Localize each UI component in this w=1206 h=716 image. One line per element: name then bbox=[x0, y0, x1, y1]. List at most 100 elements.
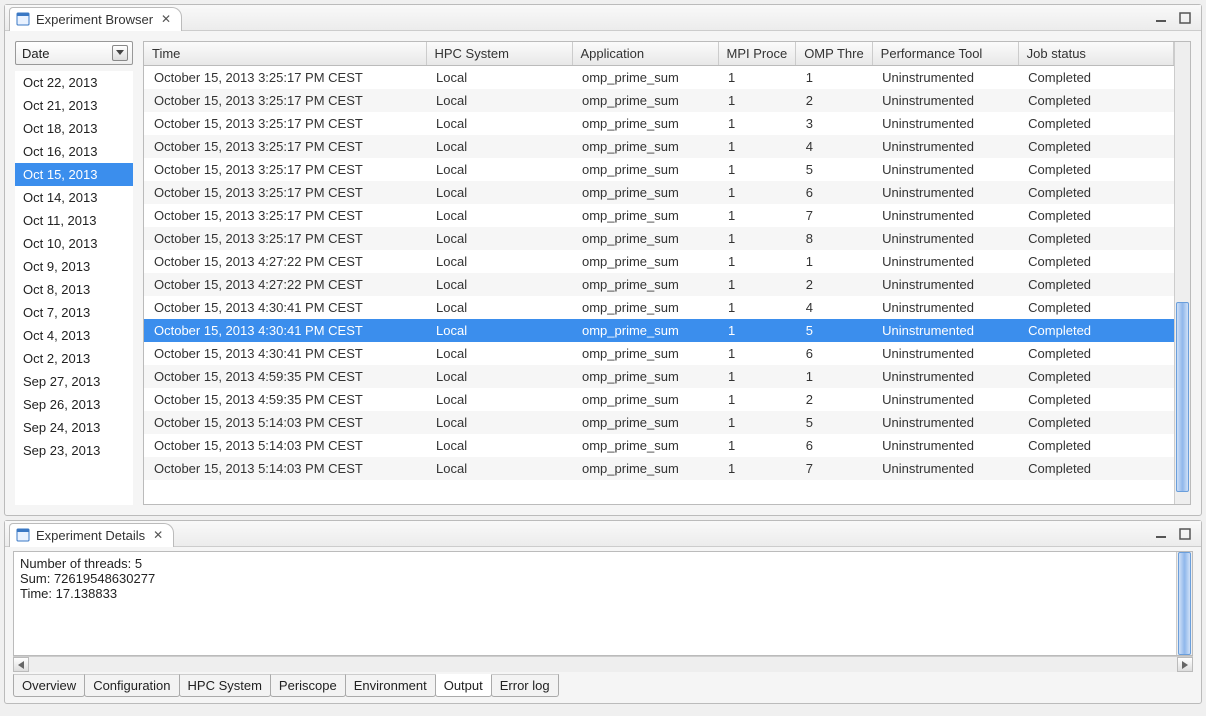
column-header[interactable]: Time bbox=[144, 42, 426, 66]
table-row[interactable]: October 15, 2013 4:27:22 PM CESTLocalomp… bbox=[144, 273, 1174, 296]
table-row[interactable]: October 15, 2013 5:14:03 PM CESTLocalomp… bbox=[144, 457, 1174, 480]
vertical-scrollbar[interactable] bbox=[1176, 552, 1192, 655]
cell-mpi: 1 bbox=[718, 112, 796, 135]
experiment-table[interactable]: TimeHPC SystemApplicationMPI ProceOMP Th… bbox=[144, 42, 1174, 480]
column-header[interactable]: OMP Thre bbox=[796, 42, 872, 66]
details-subtab[interactable]: HPC System bbox=[179, 674, 271, 697]
table-row[interactable]: October 15, 2013 4:59:35 PM CESTLocalomp… bbox=[144, 388, 1174, 411]
column-header[interactable]: Job status bbox=[1018, 42, 1173, 66]
date-item[interactable]: Oct 11, 2013 bbox=[15, 209, 133, 232]
details-subtab[interactable]: Environment bbox=[345, 674, 436, 697]
table-row[interactable]: October 15, 2013 4:59:35 PM CESTLocalomp… bbox=[144, 365, 1174, 388]
table-row[interactable]: October 15, 2013 3:25:17 PM CESTLocalomp… bbox=[144, 66, 1174, 90]
cell-app: omp_prime_sum bbox=[572, 273, 718, 296]
table-row[interactable]: October 15, 2013 4:30:41 PM CESTLocalomp… bbox=[144, 319, 1174, 342]
cell-status: Completed bbox=[1018, 273, 1173, 296]
cell-tool: Uninstrumented bbox=[872, 66, 1018, 90]
cell-omp: 5 bbox=[796, 158, 872, 181]
date-item[interactable]: Oct 14, 2013 bbox=[15, 186, 133, 209]
cell-hpc: Local bbox=[426, 388, 572, 411]
table-row[interactable]: October 15, 2013 5:14:03 PM CESTLocalomp… bbox=[144, 434, 1174, 457]
date-filter-panel: Date Oct 22, 2013Oct 21, 2013Oct 18, 201… bbox=[15, 41, 133, 505]
scroll-right-icon[interactable] bbox=[1177, 657, 1193, 672]
horizontal-scrollbar[interactable] bbox=[13, 656, 1193, 672]
table-row[interactable]: October 15, 2013 3:25:17 PM CESTLocalomp… bbox=[144, 227, 1174, 250]
cell-time: October 15, 2013 4:27:22 PM CEST bbox=[144, 273, 426, 296]
cell-time: October 15, 2013 3:25:17 PM CEST bbox=[144, 181, 426, 204]
output-text[interactable]: Number of threads: 5 Sum: 72619548630277… bbox=[14, 552, 1176, 655]
date-item[interactable]: Oct 8, 2013 bbox=[15, 278, 133, 301]
cell-mpi: 1 bbox=[718, 135, 796, 158]
cell-hpc: Local bbox=[426, 250, 572, 273]
vertical-scrollbar[interactable] bbox=[1174, 42, 1190, 504]
cell-time: October 15, 2013 4:27:22 PM CEST bbox=[144, 250, 426, 273]
details-subtab[interactable]: Output bbox=[435, 674, 492, 697]
cell-tool: Uninstrumented bbox=[872, 273, 1018, 296]
column-header[interactable]: Application bbox=[572, 42, 718, 66]
cell-tool: Uninstrumented bbox=[872, 342, 1018, 365]
table-row[interactable]: October 15, 2013 5:14:03 PM CESTLocalomp… bbox=[144, 411, 1174, 434]
date-item[interactable]: Oct 10, 2013 bbox=[15, 232, 133, 255]
browser-tab[interactable]: Experiment Browser ✕ bbox=[9, 7, 182, 31]
date-item[interactable]: Oct 4, 2013 bbox=[15, 324, 133, 347]
cell-hpc: Local bbox=[426, 135, 572, 158]
table-row[interactable]: October 15, 2013 3:25:17 PM CESTLocalomp… bbox=[144, 135, 1174, 158]
cell-omp: 8 bbox=[796, 227, 872, 250]
date-item[interactable]: Sep 23, 2013 bbox=[15, 439, 133, 462]
scroll-left-icon[interactable] bbox=[13, 657, 29, 672]
cell-app: omp_prime_sum bbox=[572, 434, 718, 457]
table-row[interactable]: October 15, 2013 4:27:22 PM CESTLocalomp… bbox=[144, 250, 1174, 273]
date-list[interactable]: Oct 22, 2013Oct 21, 2013Oct 18, 2013Oct … bbox=[15, 71, 133, 505]
details-tab[interactable]: Experiment Details ✕ bbox=[9, 523, 174, 547]
details-subtab[interactable]: Overview bbox=[13, 674, 85, 697]
column-header[interactable]: MPI Proce bbox=[718, 42, 796, 66]
table-row[interactable]: October 15, 2013 3:25:17 PM CESTLocalomp… bbox=[144, 158, 1174, 181]
date-item[interactable]: Oct 18, 2013 bbox=[15, 117, 133, 140]
chevron-down-icon[interactable] bbox=[112, 45, 128, 61]
table-row[interactable]: October 15, 2013 3:25:17 PM CESTLocalomp… bbox=[144, 112, 1174, 135]
cell-omp: 1 bbox=[796, 250, 872, 273]
details-subtab[interactable]: Error log bbox=[491, 674, 559, 697]
table-row[interactable]: October 15, 2013 3:25:17 PM CESTLocalomp… bbox=[144, 204, 1174, 227]
cell-time: October 15, 2013 3:25:17 PM CEST bbox=[144, 135, 426, 158]
date-item[interactable]: Oct 15, 2013 bbox=[15, 163, 133, 186]
minimize-icon[interactable] bbox=[1153, 11, 1169, 25]
details-page-tabs: OverviewConfigurationHPC SystemPeriscope… bbox=[13, 674, 1193, 697]
date-item[interactable]: Sep 24, 2013 bbox=[15, 416, 133, 439]
cell-omp: 4 bbox=[796, 135, 872, 158]
cell-omp: 5 bbox=[796, 411, 872, 434]
table-row[interactable]: October 15, 2013 3:25:17 PM CESTLocalomp… bbox=[144, 89, 1174, 112]
scrollbar-thumb[interactable] bbox=[1176, 302, 1189, 492]
date-item[interactable]: Sep 27, 2013 bbox=[15, 370, 133, 393]
maximize-icon[interactable] bbox=[1177, 527, 1193, 541]
column-header[interactable]: Performance Tool bbox=[872, 42, 1018, 66]
table-row[interactable]: October 15, 2013 3:25:17 PM CESTLocalomp… bbox=[144, 181, 1174, 204]
cell-status: Completed bbox=[1018, 434, 1173, 457]
details-subtab[interactable]: Configuration bbox=[84, 674, 179, 697]
date-item[interactable]: Oct 16, 2013 bbox=[15, 140, 133, 163]
date-item[interactable]: Oct 2, 2013 bbox=[15, 347, 133, 370]
cell-tool: Uninstrumented bbox=[872, 89, 1018, 112]
date-item[interactable]: Oct 22, 2013 bbox=[15, 71, 133, 94]
column-header[interactable]: HPC System bbox=[426, 42, 572, 66]
close-icon[interactable]: ✕ bbox=[159, 12, 173, 26]
date-item[interactable]: Oct 7, 2013 bbox=[15, 301, 133, 324]
maximize-icon[interactable] bbox=[1177, 11, 1193, 25]
details-subtab[interactable]: Periscope bbox=[270, 674, 346, 697]
table-header-row[interactable]: TimeHPC SystemApplicationMPI ProceOMP Th… bbox=[144, 42, 1174, 66]
scrollbar-thumb[interactable] bbox=[1178, 552, 1191, 655]
cell-hpc: Local bbox=[426, 296, 572, 319]
cell-time: October 15, 2013 4:30:41 PM CEST bbox=[144, 342, 426, 365]
minimize-icon[interactable] bbox=[1153, 527, 1169, 541]
table-row[interactable]: October 15, 2013 4:30:41 PM CESTLocalomp… bbox=[144, 342, 1174, 365]
date-item[interactable]: Sep 26, 2013 bbox=[15, 393, 133, 416]
cell-time: October 15, 2013 4:30:41 PM CEST bbox=[144, 296, 426, 319]
date-item[interactable]: Oct 9, 2013 bbox=[15, 255, 133, 278]
cell-hpc: Local bbox=[426, 158, 572, 181]
date-item[interactable]: Oct 21, 2013 bbox=[15, 94, 133, 117]
filter-select[interactable]: Date bbox=[15, 41, 133, 65]
cell-hpc: Local bbox=[426, 434, 572, 457]
cell-tool: Uninstrumented bbox=[872, 135, 1018, 158]
close-icon[interactable]: ✕ bbox=[151, 528, 165, 542]
table-row[interactable]: October 15, 2013 4:30:41 PM CESTLocalomp… bbox=[144, 296, 1174, 319]
